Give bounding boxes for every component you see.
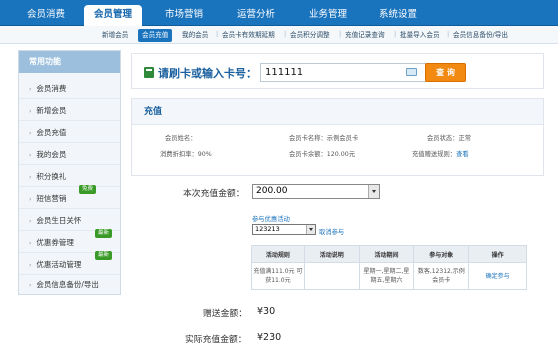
sidebar-item-label: 会员信息备份/导出 [36, 280, 99, 289]
free-badge: 免费 [79, 185, 97, 194]
tab-business[interactable]: 业务管理 [302, 5, 354, 26]
divider: | [447, 30, 450, 38]
sidebar-title: 常用功能 [19, 51, 120, 73]
table-header: 活动期间 [358, 245, 415, 263]
amount-select[interactable]: 200.00 [252, 184, 380, 199]
table-cell: 星期一,星期二,星期五,星期六 [358, 262, 415, 290]
confirm-join-link[interactable]: 确定参与 [468, 262, 527, 290]
subnav-recharge[interactable]: 会员充值 [138, 29, 173, 42]
sidebar-item-recharge[interactable]: › 会员充值 [19, 122, 120, 143]
table-cell: 数客,12312,示例会员卡 [413, 262, 470, 290]
subnav-add-member[interactable]: 新增会员 [102, 29, 128, 42]
sidebar-item-label: 我的会员 [36, 150, 67, 159]
actual-amount-label: 实际充值金额： [185, 335, 247, 345]
sidebar-item-add[interactable]: › 新增会员 [19, 100, 120, 121]
member-name: 会员姓名： [165, 135, 197, 142]
table-header: 参与对象 [413, 245, 470, 263]
view-gift-rule-link[interactable]: 查看 [456, 151, 469, 158]
subnav-import[interactable]: 批量导入会员 [400, 29, 440, 42]
table-cell [303, 262, 360, 290]
chevron-down-icon [306, 225, 315, 234]
chevron-right-icon: › [29, 218, 32, 225]
amount-label: 本次充值金额： [183, 189, 245, 199]
chevron-right-icon: › [29, 240, 32, 247]
actual-amount-value: ¥230 [257, 332, 282, 343]
divider: | [339, 30, 342, 38]
sub-nav: 新增会员 会员充值 我的会员 | 会员卡有效期延期 | 会员积分调整 | 充值记… [0, 26, 558, 44]
table-cell: 充值满111.0元 可获11.0元 [251, 262, 305, 290]
recharge-form: 本次充值金额： 200.00 参与优惠活动 123213 取消参与 活动规则 活… [131, 180, 544, 355]
subnav-backup[interactable]: 会员信息备份/导出 [453, 29, 508, 42]
chevron-right-icon: › [29, 196, 32, 203]
sidebar-item-label: 短信营销 [36, 194, 67, 203]
sidebar-item-coupons[interactable]: › 优惠券管理 最新 [19, 229, 120, 253]
tab-member-manage[interactable]: 会员管理 [84, 5, 142, 26]
sidebar-item-label: 积分换礼 [36, 172, 67, 181]
subnav-points[interactable]: 会员积分调整 [290, 29, 330, 42]
card-search-bar: 请刷卡或输入卡号： 111111 查 询 [131, 53, 544, 89]
tab-analysis[interactable]: 运营分析 [230, 5, 282, 26]
sidebar-item-consume[interactable]: › 会员消费 [19, 78, 120, 99]
recharge-panel: 充值 会员姓名： 会员卡名称：示例会员卡 会员状态：正常 消费折扣率：90% 会… [131, 98, 544, 176]
divider: | [216, 30, 219, 38]
gift-rule: 充值赠送规则：查看 [412, 149, 469, 158]
promo-table: 活动规则 活动说明 活动期间 参与对象 操作 充值满111.0元 可获11.0元… [251, 245, 527, 290]
sidebar-item-label: 优惠活动管理 [36, 260, 82, 269]
gift-amount-label: 赠送金额： [203, 309, 247, 319]
query-button[interactable]: 查 询 [425, 63, 466, 82]
sidebar-item-sms[interactable]: › 短信营销 免费 [19, 185, 120, 209]
table-row: 充值满111.0元 可获11.0元 星期一,星期二,星期五,星期六 数客,123… [251, 262, 527, 290]
subnav-my-members[interactable]: 我的会员 [182, 29, 208, 42]
chevron-right-icon: › [29, 152, 32, 159]
promo-select[interactable]: 123213 [252, 224, 316, 235]
chevron-right-icon: › [29, 282, 32, 289]
sidebar-item-promotions[interactable]: › 优惠活动管理 最新 [19, 251, 120, 275]
table-header: 活动说明 [303, 245, 360, 263]
new-badge: 最新 [95, 229, 113, 238]
sidebar-item-points-gift[interactable]: › 积分换礼 [19, 166, 120, 187]
card-balance: 会员卡余额：120.00元 [289, 151, 356, 158]
cancel-promo-link[interactable]: 取消参与 [319, 227, 344, 236]
gift-rule-label: 充值赠送规则： [412, 151, 457, 158]
card-search-label: 请刷卡或输入卡号： [158, 67, 257, 80]
table-header: 操作 [468, 245, 527, 263]
chevron-right-icon: › [29, 86, 32, 93]
sidebar: 常用功能 › 会员消费 › 新增会员 › 会员充值 › 我的会员 › 积分换礼 › 短信营销… [18, 50, 121, 295]
chevron-down-icon [368, 185, 379, 198]
new-badge: 最新 [95, 251, 113, 260]
member-status: 会员状态：正常 [427, 135, 472, 142]
join-promo-link[interactable]: 参与优惠活动 [252, 214, 290, 223]
divider: | [284, 30, 287, 38]
sidebar-item-birthday[interactable]: › 会员生日关怀 [19, 210, 120, 231]
card-icon [144, 67, 154, 78]
tab-settings[interactable]: 系统设置 [372, 5, 424, 26]
amount-value: 200.00 [256, 186, 288, 196]
card-number-input[interactable]: 111111 [260, 63, 451, 82]
promo-select-value: 123213 [255, 225, 280, 233]
sidebar-item-backup[interactable]: › 会员信息备份/导出 [19, 274, 120, 295]
top-nav: 会员消费 会员管理 市场营销 运营分析 业务管理 系统设置 [0, 0, 558, 26]
tab-marketing[interactable]: 市场营销 [158, 5, 210, 26]
chevron-right-icon: › [29, 262, 32, 269]
table-header: 活动规则 [251, 245, 305, 263]
sidebar-item-label: 优惠券管理 [36, 238, 74, 247]
gift-amount-value: ¥30 [257, 306, 276, 317]
sidebar-item-label: 会员消费 [36, 84, 67, 93]
subnav-recharge-log[interactable]: 充值记录查询 [345, 29, 385, 42]
chevron-right-icon: › [29, 130, 32, 137]
chevron-right-icon: › [29, 174, 32, 181]
sidebar-item-label: 新增会员 [36, 106, 67, 115]
sidebar-item-label: 会员生日关怀 [36, 216, 82, 225]
sidebar-item-my-members[interactable]: › 我的会员 [19, 144, 120, 165]
divider: | [394, 30, 397, 38]
subnav-extend[interactable]: 会员卡有效期延期 [222, 29, 275, 42]
tab-member-consume[interactable]: 会员消费 [20, 5, 72, 26]
sidebar-item-label: 会员充值 [36, 128, 67, 137]
chevron-right-icon: › [29, 108, 32, 115]
card-reader-icon[interactable] [406, 68, 417, 76]
discount-rate: 消费折扣率：90% [160, 151, 212, 158]
panel-title: 充值 [132, 99, 543, 125]
card-name: 会员卡名称：示例会员卡 [289, 135, 359, 142]
